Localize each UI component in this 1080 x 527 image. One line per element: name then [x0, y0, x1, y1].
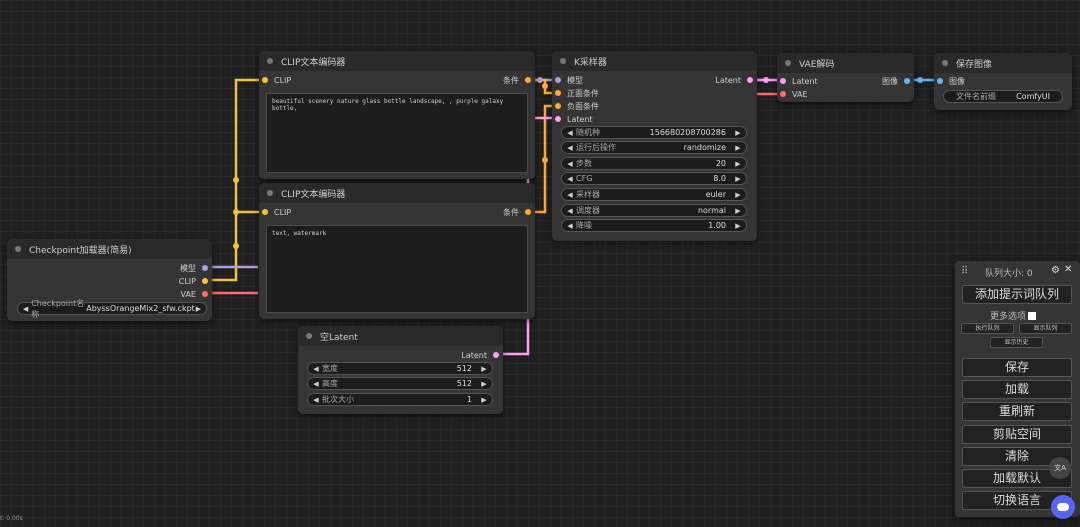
arrow-left-icon[interactable]: ◀ [566, 144, 574, 152]
output-latent[interactable]: Latent [715, 74, 753, 86]
output-conditioning[interactable]: 条件 [503, 206, 531, 218]
input-image[interactable]: 图像 [937, 75, 965, 87]
load-button[interactable]: 加载 [962, 380, 1072, 399]
chat-icon[interactable] [1051, 495, 1075, 519]
output-conditioning[interactable]: 条件 [503, 74, 531, 86]
arrow-left-icon[interactable]: ◀ [312, 380, 320, 388]
input-positive[interactable]: 正面条件 [555, 87, 599, 99]
translate-icon[interactable]: 文A [1049, 457, 1071, 479]
collapse-dot-icon[interactable] [942, 60, 948, 66]
steps-widget[interactable]: ◀ 步数 20 ▶ [561, 157, 747, 170]
node-title: 保存图像 [934, 53, 1072, 73]
clipspace-button[interactable]: 剪贴空间 [962, 425, 1072, 444]
arrow-right-icon[interactable]: ▶ [734, 144, 742, 152]
collapse-dot-icon[interactable] [306, 333, 312, 339]
collapse-dot-icon[interactable] [560, 58, 566, 64]
arrow-right-icon[interactable]: ▶ [734, 191, 742, 199]
batch-size-widget[interactable]: ◀ 批次大小 1 ▶ [307, 393, 493, 406]
extra-options[interactable]: 更多选项 [990, 309, 1037, 322]
collapse-dot-icon[interactable] [15, 246, 21, 252]
node-clip-text-encode-positive[interactable]: CLIP文本编码器 CLIP 条件 beautiful scenery natu… [259, 51, 535, 179]
ckpt-name-combo[interactable]: ◀ Checkpoint名称 AbyssOrangeMix2_sfw.ckpt … [17, 299, 207, 319]
close-icon[interactable]: ✕ [1064, 264, 1072, 275]
prompt-textarea[interactable]: text, watermark [266, 225, 528, 313]
node-title: Checkpoint加载器(简易) [7, 239, 212, 259]
input-clip[interactable]: CLIP [262, 74, 291, 86]
arrow-right-icon[interactable]: ▶ [734, 222, 742, 230]
status-text: t: 0.00s [0, 515, 23, 522]
control-after-generate-widget[interactable]: ◀ 运行后操作 randomize ▶ [561, 141, 747, 154]
output-latent[interactable]: Latent [461, 349, 499, 361]
node-title: VAE解码 [777, 53, 914, 73]
output-vae[interactable]: VAE [181, 288, 208, 300]
node-title: CLIP文本编码器 [259, 183, 535, 203]
arrow-left-icon[interactable]: ◀ [312, 396, 320, 404]
width-widget[interactable]: ◀ 宽度 512 ▶ [307, 362, 493, 375]
sampler-widget[interactable]: ◀ 采样器 euler ▶ [561, 188, 747, 201]
arrow-right-icon[interactable]: ▶ [480, 380, 488, 388]
collapse-dot-icon[interactable] [785, 60, 791, 66]
node-clip-text-encode-negative[interactable]: CLIP文本编码器 CLIP 条件 text, watermark [259, 183, 535, 319]
arrow-right-icon[interactable]: ▶ [480, 365, 488, 373]
node-save-image[interactable]: 保存图像 图像 文件名前缀 ComfyUI [934, 53, 1072, 110]
input-latent[interactable]: Latent [780, 75, 818, 87]
arrow-left-icon[interactable]: ◀ [566, 207, 574, 215]
save-button[interactable]: 保存 [962, 358, 1072, 377]
collapse-dot-icon[interactable] [267, 190, 273, 196]
node-title: 空Latent [298, 326, 503, 346]
show-history-button[interactable]: 显示历史 [990, 337, 1043, 348]
extra-options-checkbox[interactable] [1028, 311, 1037, 320]
input-latent[interactable]: Latent [555, 113, 593, 125]
arrow-left-icon[interactable]: ◀ [566, 129, 574, 137]
queue-size-label: 队列大小: 0 [985, 269, 1033, 279]
arrow-left-icon[interactable]: ◀ [22, 305, 29, 313]
output-model[interactable]: 模型 [180, 262, 208, 274]
collapse-dot-icon[interactable] [267, 58, 273, 64]
input-vae[interactable]: VAE [780, 88, 808, 100]
arrow-right-icon[interactable]: ▶ [734, 207, 742, 215]
output-clip[interactable]: CLIP [179, 275, 208, 287]
arrow-left-icon[interactable]: ◀ [566, 160, 574, 168]
node-title: CLIP文本编码器 [259, 51, 535, 71]
node-empty-latent[interactable]: 空Latent Latent ◀ 宽度 512 ▶ ◀ 高度 512 ▶ ◀ 批… [298, 326, 503, 414]
node-checkpoint-loader[interactable]: Checkpoint加载器(简易) 模型 CLIP VAE ◀ Checkpoi… [7, 239, 212, 321]
arrow-left-icon[interactable]: ◀ [566, 222, 574, 230]
input-model[interactable]: 模型 [555, 74, 583, 86]
drag-handle-icon[interactable]: ⠿ [961, 266, 968, 277]
gear-icon[interactable]: ⚙ [1051, 265, 1060, 276]
prompt-textarea[interactable]: beautiful scenery nature glass bottle la… [266, 93, 528, 173]
output-image[interactable]: 图像 [882, 75, 910, 87]
arrow-left-icon[interactable]: ◀ [566, 175, 574, 183]
denoise-widget[interactable]: ◀ 降噪 1.00 ▶ [561, 219, 747, 232]
arrow-right-icon[interactable]: ▶ [734, 175, 742, 183]
cfg-widget[interactable]: ◀ CFG 8.0 ▶ [561, 172, 747, 185]
arrow-right-icon[interactable]: ▶ [480, 396, 488, 404]
scheduler-widget[interactable]: ◀ 调度器 normal ▶ [561, 204, 747, 217]
view-queue-button[interactable]: 执行队列 [961, 323, 1014, 334]
node-vae-decode[interactable]: VAE解码 Latent VAE 图像 [777, 53, 914, 102]
arrow-left-icon[interactable]: ◀ [566, 191, 574, 199]
node-ksampler[interactable]: K采样器 模型 正面条件 负面条件 Latent Latent ◀ 随机种 1566… [552, 51, 757, 241]
queue-prompt-button[interactable]: 添加提示词队列 [962, 285, 1072, 304]
refresh-button[interactable]: 重刷新 [962, 402, 1072, 421]
arrow-right-icon[interactable]: ▶ [195, 305, 202, 313]
input-negative[interactable]: 负面条件 [555, 100, 599, 112]
arrow-left-icon[interactable]: ◀ [312, 365, 320, 373]
input-clip[interactable]: CLIP [262, 206, 291, 218]
link-clip-positive [205, 78, 262, 282]
arrow-right-icon[interactable]: ▶ [734, 129, 742, 137]
node-title: K采样器 [552, 51, 757, 71]
view-history-button[interactable]: 显示队列 [1019, 323, 1072, 334]
height-widget[interactable]: ◀ 高度 512 ▶ [307, 377, 493, 390]
seed-widget[interactable]: ◀ 随机种 156680208700286 ▶ [561, 126, 747, 139]
filename-prefix-widget[interactable]: 文件名前缀 ComfyUI [943, 90, 1063, 103]
arrow-right-icon[interactable]: ▶ [734, 160, 742, 168]
